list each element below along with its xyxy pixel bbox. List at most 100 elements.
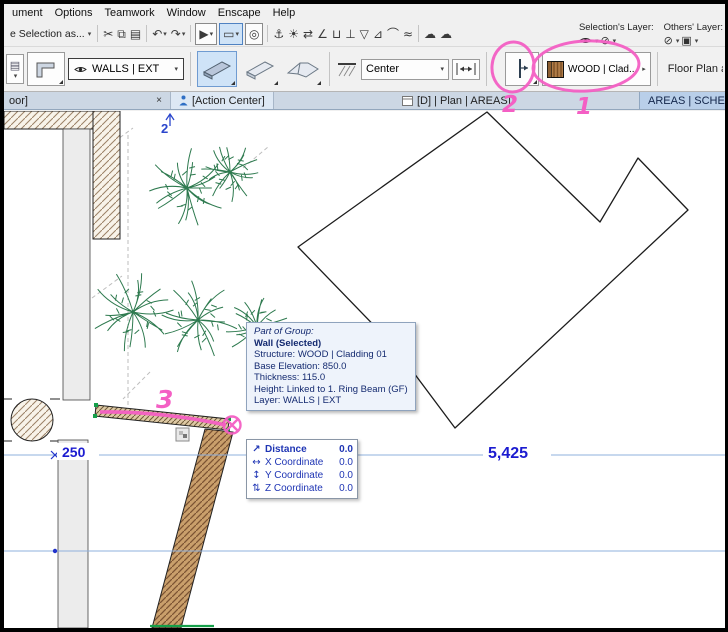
tab-areas-schedule[interactable]: AREAS | SCHEDUL (639, 92, 725, 109)
tracker-value[interactable]: 0.0 (331, 470, 353, 481)
menu-document-partial[interactable]: ument (6, 6, 49, 20)
save-selection-button[interactable]: e Selection as... ▾ (7, 28, 94, 40)
layer-hide-icon[interactable]: ⊘ (664, 34, 673, 47)
selection-handle[interactable] (93, 414, 97, 418)
dimension-value-right[interactable]: 5,425 (488, 445, 528, 462)
wall-bottom-left-vertical[interactable] (58, 440, 88, 628)
chained-wall-icon (285, 57, 321, 81)
menu-options[interactable]: Options (49, 6, 99, 20)
offset-stepper[interactable] (452, 59, 480, 80)
menu-help[interactable]: Help (267, 6, 302, 20)
arc-icon[interactable]: ⌒ (385, 24, 401, 44)
geometry-method-curved-button[interactable] (240, 51, 280, 87)
triangle-snap-icon: ▽ (360, 28, 369, 40)
spline-icon: ≈ (403, 28, 413, 40)
application-window: umentOptionsTeamworkWindowEnscapeHelp e … (4, 4, 725, 628)
tracker-value[interactable]: 0.0 (331, 457, 353, 468)
origin-button[interactable]: ◎ (245, 23, 263, 45)
marquee-tool-button: ▭ (223, 28, 234, 40)
wall-elements[interactable] (4, 111, 120, 628)
chevron-down-icon[interactable]: ▾ (595, 37, 599, 45)
tracker-value[interactable]: 0.0 (331, 444, 353, 455)
close-tab-icon[interactable]: × (152, 93, 166, 107)
toolbar-separator (418, 25, 419, 42)
panel-icon: ▤ (10, 59, 20, 72)
menu-bar: umentOptionsTeamworkWindowEnscapeHelp (4, 4, 725, 21)
tracker-value[interactable]: 0.0 (331, 483, 353, 494)
info-tag-detail-line: Base Elevation: 850.0 (254, 361, 408, 373)
cloud-status-icon[interactable]: ☁ (438, 24, 454, 44)
chevron-down-icon[interactable]: ▾ (613, 37, 617, 45)
chevron-down-icon[interactable]: ▾ (676, 37, 680, 45)
eye-icon[interactable] (579, 36, 592, 45)
perpendicular-icon[interactable]: ⊥ (343, 24, 357, 44)
diagonal-wall[interactable] (150, 429, 233, 628)
menu-enscape[interactable]: Enscape (212, 6, 267, 20)
triangle-snap-icon[interactable]: ▽ (358, 24, 371, 44)
reference-line-value: Center (366, 63, 399, 75)
tracker-row: ↔X Coordinate0.0 (251, 456, 353, 469)
model-view-button[interactable]: Floor Plan and (664, 63, 723, 76)
magnet-icon[interactable]: ⊔ (330, 24, 343, 44)
slope-icon[interactable]: ⊿ (371, 24, 385, 44)
plant-symbol[interactable] (149, 148, 221, 225)
geometry-method-chained-button[interactable] (283, 51, 323, 87)
undo-icon[interactable]: ↶▾ (150, 24, 169, 44)
plant-center (131, 310, 135, 314)
selection-handle[interactable] (227, 417, 231, 421)
dimension-node[interactable] (53, 549, 57, 553)
sun-position-icon[interactable]: ☀ (286, 24, 301, 44)
column-circle[interactable] (11, 399, 53, 441)
cloud-sync-icon[interactable]: ☁ (422, 24, 438, 44)
tab-ground-floor-partial[interactable]: oor] (4, 95, 33, 107)
paste-icon: ▤ (130, 28, 141, 40)
chevron-down-icon: ▾ (440, 65, 444, 73)
wall-top-vertical[interactable] (93, 111, 120, 239)
menu-window[interactable]: Window (161, 6, 212, 20)
chevron-down-icon: ▾ (174, 65, 178, 73)
plant-symbol[interactable] (162, 281, 237, 356)
wall-tool-flyout-button[interactable] (27, 52, 65, 86)
story-marker: 2 (161, 114, 174, 136)
layer-unlock-icon[interactable]: ▣ (681, 34, 691, 47)
chevron-down-icon: ▾ (88, 30, 92, 38)
angle-snap-icon[interactable]: ∠ (315, 24, 330, 44)
wall-reference-dropdown[interactable]: Center ▾ (361, 59, 449, 80)
favorites-dropdown[interactable]: WALLS | EXT ▾ (68, 58, 184, 80)
menu-teamwork[interactable]: Teamwork (99, 6, 161, 20)
chevron-down-icon[interactable]: ▾ (695, 37, 699, 45)
copy-icon[interactable]: ⧉ (115, 24, 128, 44)
composite-dropdown[interactable]: WOOD | Clad... ▸ (542, 52, 651, 86)
paste-icon[interactable]: ▤ (128, 24, 143, 44)
info-bar: ▤▾ WALLS | EXT ▾ Center ▾ (4, 47, 725, 92)
layer-lock-icon[interactable]: ⊘ (600, 34, 609, 47)
spline-icon[interactable]: ≈ (401, 24, 415, 44)
element-info-tag: Part of Group: Wall (Selected) Structure… (246, 322, 416, 411)
cloud-sync-icon: ☁ (424, 28, 436, 40)
offset-arrows-icon (455, 62, 477, 76)
guide-lines-icon[interactable]: ⚓ (271, 24, 286, 44)
info-bar-settings-button[interactable]: ▤▾ (6, 54, 24, 84)
dimension-value-left[interactable]: 250 (62, 444, 86, 460)
marquee-tool-button[interactable]: ▭▾ (219, 23, 243, 45)
chevron-down-icon: ▾ (182, 30, 186, 38)
selection-handle[interactable] (94, 403, 98, 407)
guide-lines-icon: ⚓ (273, 28, 284, 40)
geometry-method-straight-button[interactable] (197, 51, 237, 87)
scissors-icon[interactable]: ✂ (101, 24, 115, 44)
redo-icon[interactable]: ↷▾ (169, 24, 188, 44)
info-tag-detail-line: Structure: WOOD | Cladding 01 (254, 349, 408, 361)
wall-corner-icon (34, 59, 58, 79)
wall-left-vertical[interactable] (63, 129, 90, 400)
swap-icon[interactable]: ⇄ (301, 24, 315, 44)
reference-side-button[interactable] (505, 52, 539, 86)
toolbar-separator (329, 52, 330, 86)
tracker-axis-icon: ⇅ (251, 483, 262, 494)
drawing-canvas[interactable]: 250 5,425 2 Part of Group: Wall (Selecte… (4, 111, 725, 628)
selected-wall[interactable] (93, 403, 231, 432)
toolbar-separator (267, 25, 268, 42)
arrow-tool-button[interactable]: ▶▾ (195, 23, 217, 45)
tab-action-center[interactable]: [Action Center] (170, 92, 274, 109)
sun-position-icon: ☀ (288, 28, 299, 40)
tracker-label: X Coordinate (265, 457, 328, 468)
